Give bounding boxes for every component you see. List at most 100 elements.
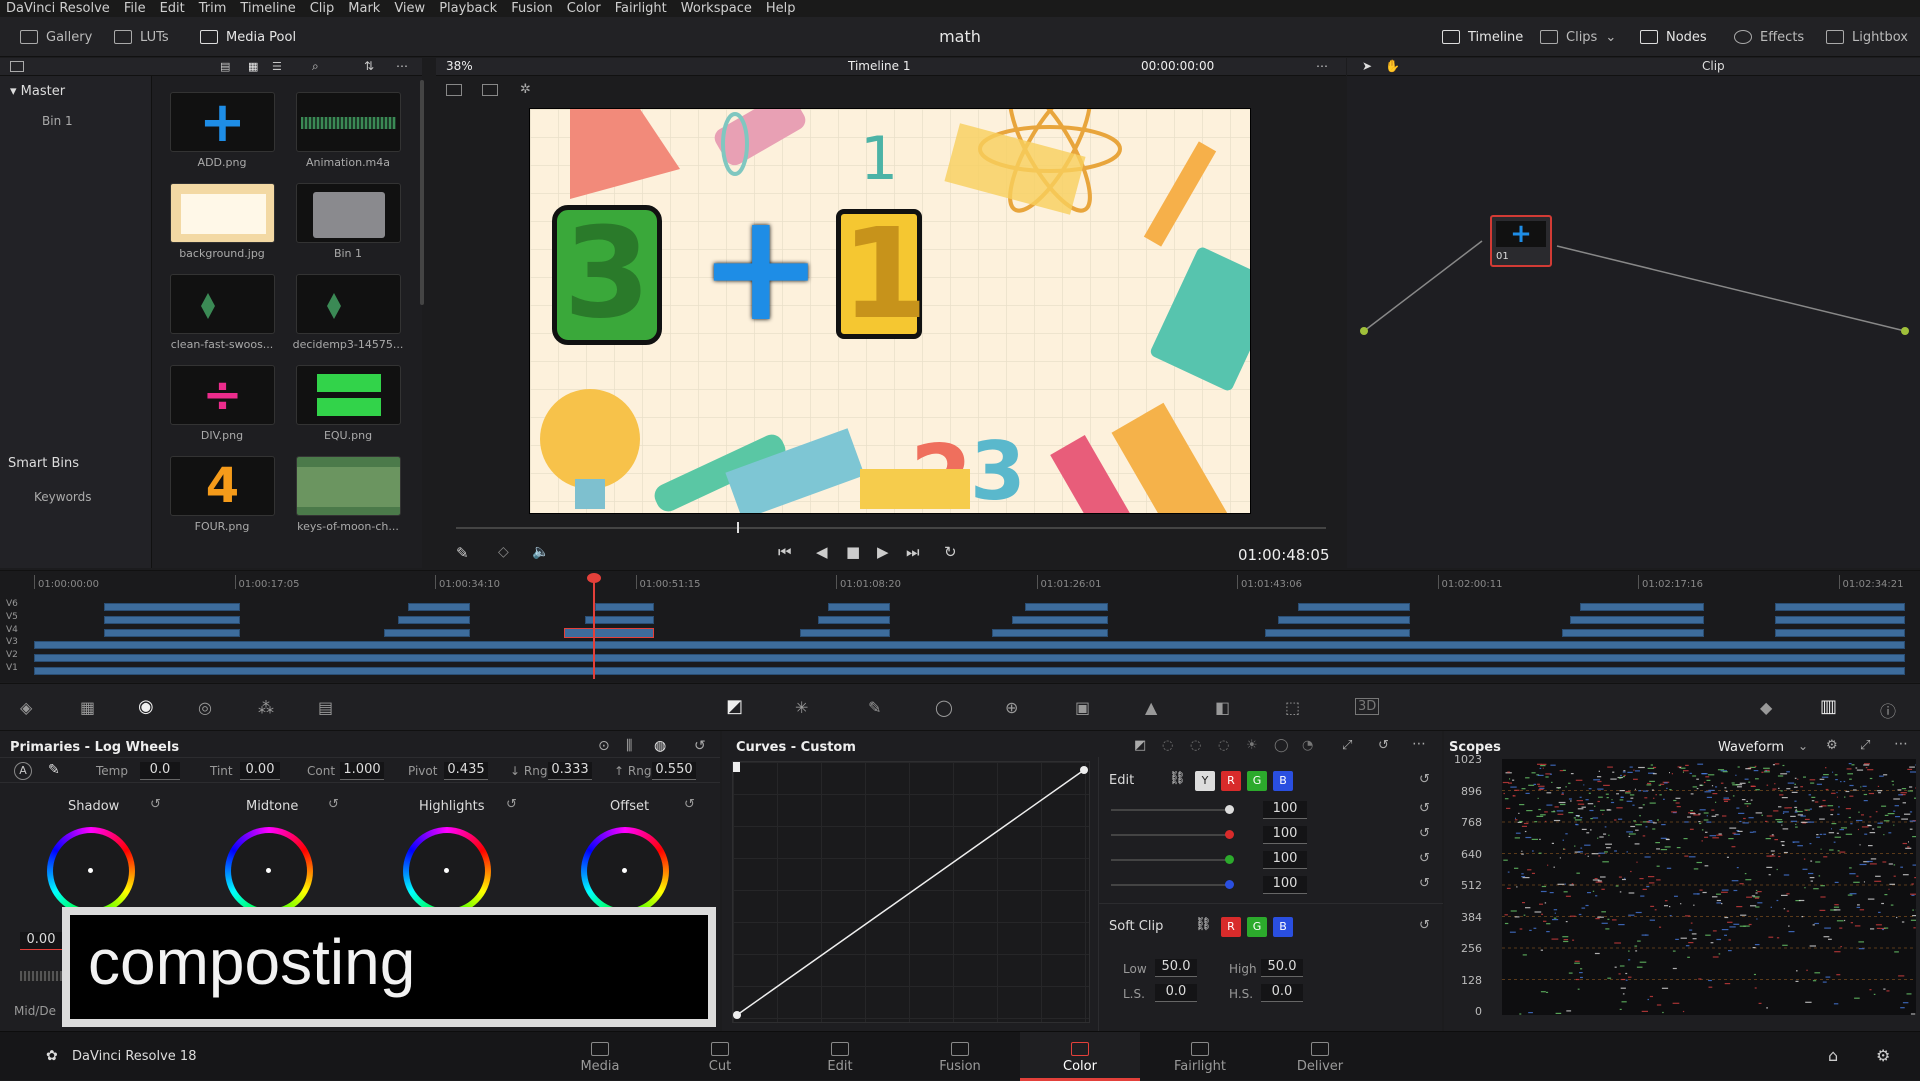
page-tab-fairlight[interactable]: Fairlight: [1140, 1032, 1260, 1081]
media-thumbnail[interactable]: [296, 274, 401, 334]
play-reverse-icon[interactable]: ◀: [816, 543, 828, 561]
timeline-dropdown[interactable]: Timeline 1: [848, 59, 910, 73]
menu-timeline[interactable]: Timeline: [240, 1, 295, 16]
scopes-icon[interactable]: ▥: [1820, 696, 1837, 717]
timeline-clip[interactable]: [34, 654, 1905, 662]
white-balance-picker-icon[interactable]: ✎: [48, 762, 60, 778]
scope-settings-icon[interactable]: ⚙: [1826, 738, 1838, 753]
playhead-handle[interactable]: [587, 573, 601, 583]
y-slider-knob[interactable]: [1225, 805, 1234, 814]
volume-icon[interactable]: 🔈: [532, 544, 549, 560]
g-intensity-slider[interactable]: [1111, 859, 1231, 861]
wheel-puck[interactable]: [88, 868, 93, 873]
timeline-clip[interactable]: [1775, 629, 1905, 637]
r-intensity-slider[interactable]: [1111, 834, 1231, 836]
search-icon[interactable]: ⌕: [312, 59, 319, 74]
timeline-clip[interactable]: [384, 629, 470, 637]
channel-y-button[interactable]: Y: [1195, 771, 1215, 791]
midtone-reset-icon[interactable]: ↺: [328, 797, 339, 812]
low-soft-field[interactable]: 0.0: [1155, 984, 1197, 1002]
magic-mask-icon[interactable]: ▣: [1075, 698, 1090, 717]
y-intensity-slider[interactable]: [1111, 809, 1231, 811]
r-reset-icon[interactable]: ↺: [1419, 826, 1430, 841]
lightbox-button[interactable]: Lightbox: [1826, 17, 1908, 57]
gallery-button[interactable]: Gallery: [20, 17, 92, 57]
menu-workspace[interactable]: Workspace: [681, 1, 752, 16]
key-icon[interactable]: ◧: [1215, 698, 1230, 717]
window-icon[interactable]: ◯: [935, 698, 953, 717]
expand-icon[interactable]: ⤢: [1342, 738, 1352, 753]
soft-clip-g-button[interactable]: G: [1247, 917, 1267, 937]
play-icon[interactable]: ▶: [877, 543, 889, 561]
edit-reset-icon[interactable]: ↺: [1419, 772, 1430, 787]
temp-field[interactable]: 0.0: [140, 762, 180, 780]
more-options-icon[interactable]: ⋯: [1316, 59, 1328, 73]
timeline-clip[interactable]: [585, 616, 654, 624]
color-warper-icon[interactable]: ✳: [795, 698, 808, 717]
motion-effects-icon[interactable]: ▤: [318, 698, 333, 717]
y-reset-icon[interactable]: ↺: [1419, 801, 1430, 816]
shadow-master-field[interactable]: 0.00: [20, 932, 62, 950]
tracker-icon[interactable]: ⊕: [1005, 698, 1018, 717]
timeline-clip[interactable]: [34, 667, 1905, 675]
color-wheels-icon[interactable]: ◉: [138, 696, 154, 717]
high-field[interactable]: 50.0: [1261, 959, 1303, 977]
timeline-clip[interactable]: [1012, 616, 1108, 624]
b-slider-knob[interactable]: [1225, 880, 1234, 889]
color-node[interactable]: + 01: [1490, 215, 1552, 267]
b-intensity-slider[interactable]: [1111, 884, 1231, 886]
media-pool-scrollbar[interactable]: [420, 80, 424, 305]
viewer-timecode-top[interactable]: 00:00:00:00: [1141, 59, 1214, 73]
soft-clip-reset-icon[interactable]: ↺: [1419, 918, 1430, 933]
hue-vs-lum-icon[interactable]: ◌: [1218, 738, 1229, 753]
timeline-clip[interactable]: [1775, 603, 1905, 611]
details-view-icon[interactable]: ☰: [272, 60, 282, 73]
keyframes-icon[interactable]: ◆: [1760, 698, 1772, 717]
channel-g-button[interactable]: G: [1247, 771, 1267, 791]
more-options-icon[interactable]: ⋯: [1412, 736, 1426, 752]
media-thumbnail[interactable]: [296, 92, 401, 152]
r-intensity-field[interactable]: 100: [1263, 826, 1307, 844]
timeline-clip[interactable]: [828, 603, 890, 611]
b-intensity-field[interactable]: 100: [1263, 876, 1307, 894]
hand-icon[interactable]: ✋: [1385, 59, 1400, 73]
highlights-wheel[interactable]: [403, 827, 491, 915]
grid-view-icon[interactable]: ▦: [248, 60, 258, 73]
reset-icon[interactable]: ↺: [1378, 738, 1389, 753]
magic-wand-icon[interactable]: ✲: [520, 82, 531, 97]
media-thumbnail[interactable]: 4: [170, 456, 275, 516]
menu-edit[interactable]: Edit: [160, 1, 185, 16]
timeline-button[interactable]: Timeline: [1442, 17, 1523, 57]
offset-wheel[interactable]: [581, 827, 669, 915]
more-options-icon[interactable]: ⋯: [396, 59, 408, 73]
timeline-clip[interactable]: [1278, 616, 1410, 624]
menu-playback[interactable]: Playback: [439, 1, 497, 16]
settings-gear-icon[interactable]: ⚙: [1876, 1046, 1890, 1065]
primaries-wheels-icon[interactable]: ◍: [654, 738, 666, 754]
timeline-clip[interactable]: [104, 629, 240, 637]
primaries-mode-icon[interactable]: ⊙: [598, 738, 610, 754]
low-field[interactable]: 50.0: [1155, 959, 1197, 977]
curve-graph[interactable]: [732, 761, 1090, 1023]
midtone-wheel[interactable]: [225, 827, 313, 915]
menu-color[interactable]: Color: [567, 1, 601, 16]
sort-icon[interactable]: ⇅: [364, 59, 374, 73]
soft-clip-b-button[interactable]: B: [1273, 917, 1293, 937]
page-tab-cut[interactable]: Cut: [660, 1032, 780, 1081]
channel-r-button[interactable]: R: [1221, 771, 1241, 791]
curve-custom-icon[interactable]: ◩: [1134, 738, 1146, 753]
3d-icon[interactable]: 3D: [1355, 698, 1379, 715]
g-reset-icon[interactable]: ↺: [1419, 851, 1430, 866]
timeline-clip[interactable]: [104, 603, 240, 611]
viewer-grid-icon[interactable]: [482, 84, 498, 96]
shadow-master-dial[interactable]: [20, 971, 62, 981]
timeline-playhead[interactable]: [593, 575, 595, 679]
panel-toggle-icon[interactable]: [10, 61, 24, 72]
y-intensity-field[interactable]: 100: [1263, 801, 1307, 819]
media-thumbnail[interactable]: ÷: [170, 365, 275, 425]
selected-clip[interactable]: [564, 628, 654, 638]
page-tab-deliver[interactable]: Deliver: [1260, 1032, 1380, 1081]
g-slider-knob[interactable]: [1225, 855, 1234, 864]
timeline-clip[interactable]: [1570, 616, 1704, 624]
menu-help[interactable]: Help: [766, 1, 796, 16]
